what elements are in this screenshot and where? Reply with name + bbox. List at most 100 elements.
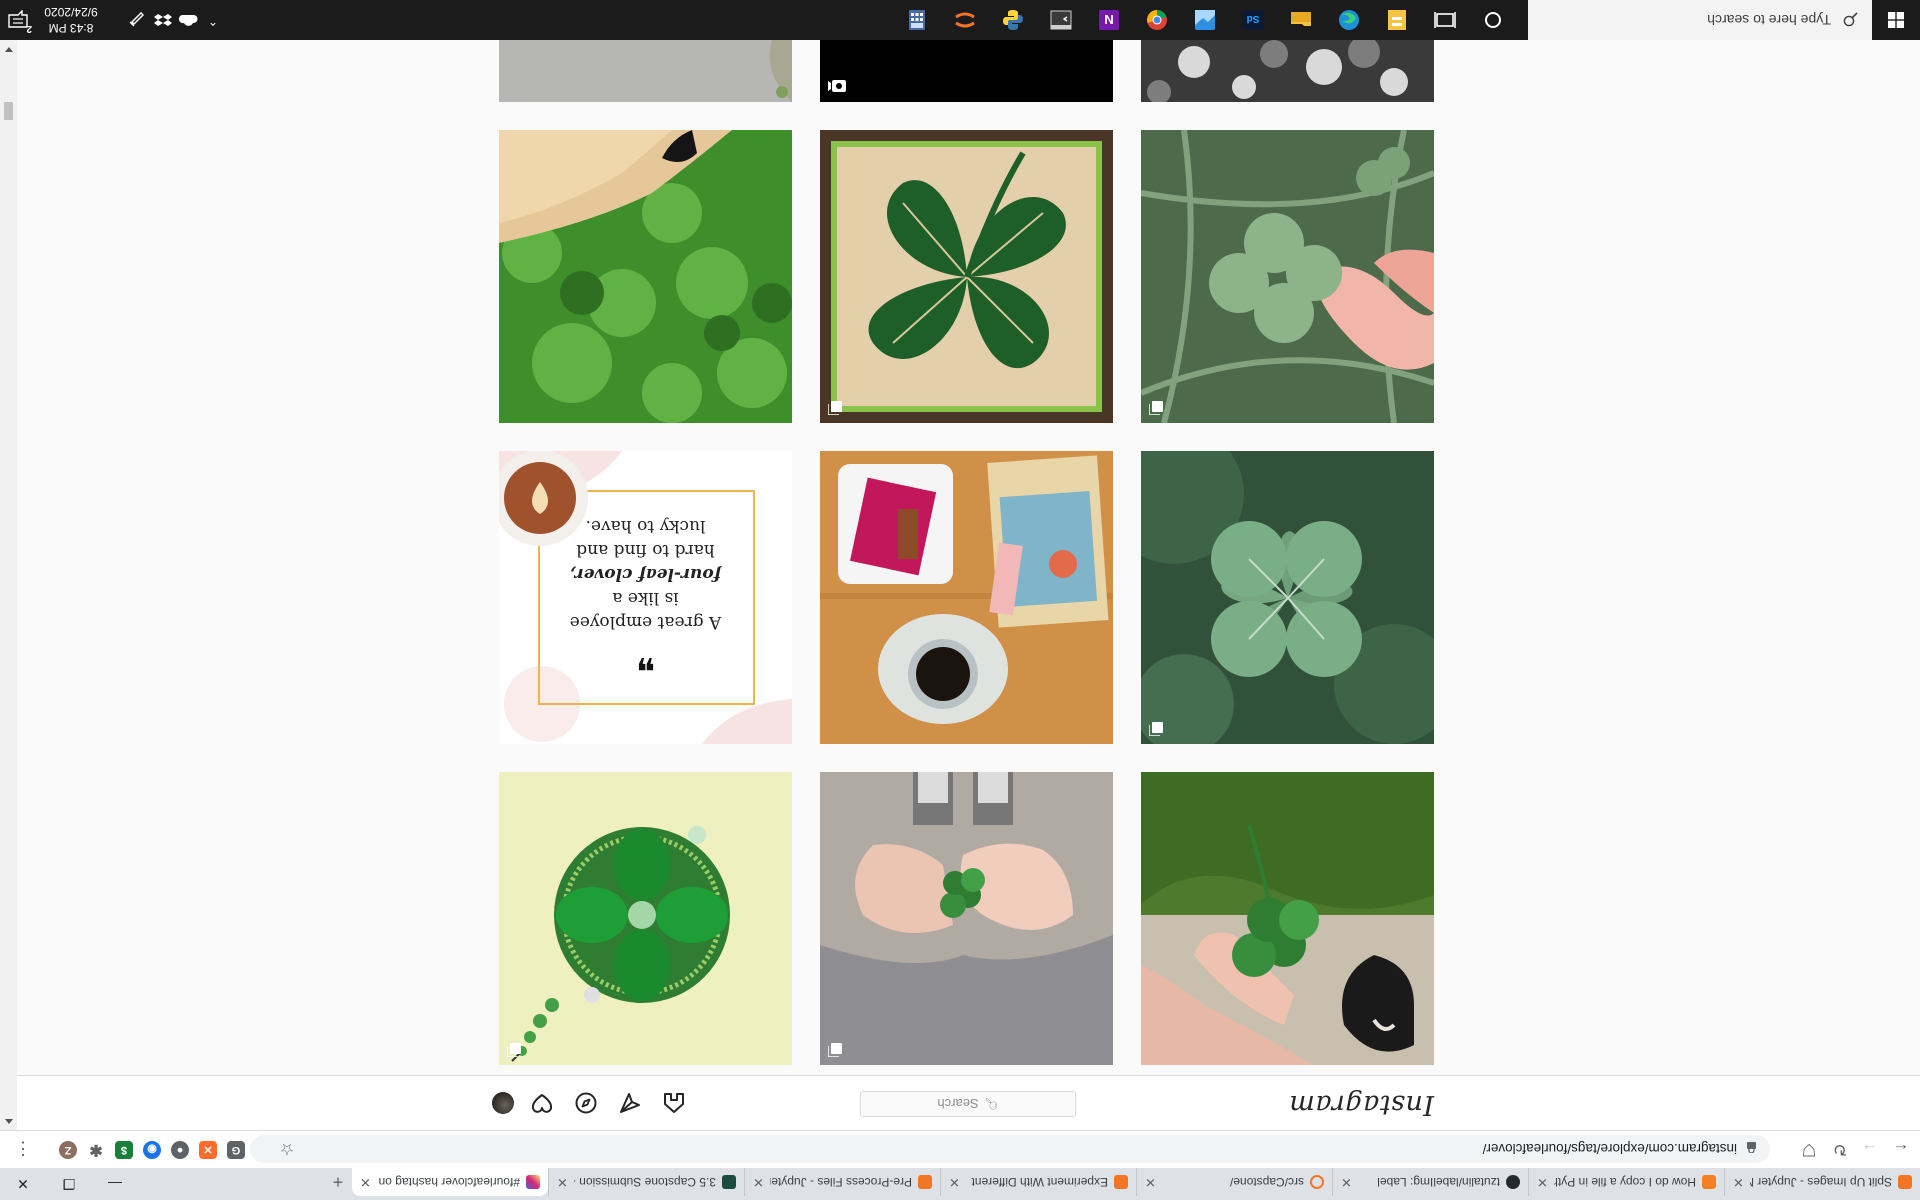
reload-icon[interactable]: ↻	[1827, 1136, 1853, 1162]
notification-icon	[8, 10, 28, 28]
instagram-search-input[interactable]: 🔍︎ Search	[860, 1091, 1076, 1117]
home-shield-icon[interactable]: ⛉	[1796, 1136, 1822, 1162]
tab-0[interactable]: Split Up Images - Jupyter N ✕	[1724, 1168, 1920, 1196]
search-placeholder: Search	[937, 1096, 979, 1112]
post-2-black-video[interactable]	[820, 40, 1113, 102]
profile-avatar[interactable]: Z	[59, 1141, 77, 1159]
terminal-icon[interactable]	[1048, 7, 1074, 33]
cortana-icon[interactable]	[1480, 7, 1506, 33]
multiple-photos-icon	[828, 1043, 842, 1057]
action-center-button[interactable]: 2	[6, 6, 32, 34]
notification-count-badge: 2	[26, 23, 32, 34]
user-avatar[interactable]	[492, 1092, 514, 1114]
pen-tool-icon[interactable]	[128, 12, 146, 28]
multiple-photos-icon	[1149, 722, 1163, 736]
tab-label: #fourleafclover hashtag on	[378, 1175, 520, 1189]
window-close-button[interactable]: ✕	[0, 1168, 46, 1200]
close-icon[interactable]: ✕	[1145, 1174, 1156, 1190]
close-icon[interactable]: ✕	[949, 1174, 960, 1190]
close-icon[interactable]: ✕	[753, 1174, 764, 1190]
multiple-photos-icon	[1149, 401, 1163, 415]
course-favicon-icon	[722, 1175, 736, 1189]
instagram-logo[interactable]: Instagram	[1289, 1089, 1434, 1120]
restore-button[interactable]: ❐	[46, 1168, 92, 1200]
close-icon[interactable]: ✕	[360, 1174, 371, 1190]
clock-date: 9/24/2020	[44, 5, 98, 19]
money-extension-icon[interactable]: $	[115, 1141, 133, 1159]
tray-overflow-chevron-icon[interactable]: ⌃	[208, 14, 218, 28]
post-11-hands-holding-clover[interactable]	[820, 772, 1113, 1065]
tab-2[interactable]: tzutalin/labelImg: Label ✕	[1332, 1168, 1528, 1196]
onedrive-cloud-icon[interactable]	[178, 12, 198, 28]
bookmark-star-icon[interactable]: ☆	[274, 1136, 300, 1162]
jupyter-icon[interactable]	[952, 7, 978, 33]
taskbar-search-box[interactable]: Type here to search	[1528, 0, 1872, 40]
tab-7-active[interactable]: #fourleafclover hashtag on ✕	[352, 1168, 548, 1196]
tab-5[interactable]: Pre-Process Files - Jupyter ✕	[744, 1168, 940, 1196]
new-tab-button[interactable]: +	[324, 1168, 352, 1196]
onenote-icon[interactable]: N	[1096, 7, 1122, 33]
chrome-icon[interactable]	[1144, 7, 1170, 33]
close-icon[interactable]: ✕	[1341, 1174, 1352, 1190]
orange-extension-icon[interactable]: ✕	[199, 1141, 217, 1159]
tab-4[interactable]: Experiment With Different ✕	[940, 1168, 1136, 1196]
home-icon[interactable]	[662, 1091, 686, 1115]
scroll-thumb[interactable]	[4, 102, 13, 120]
photoshop-icon[interactable]: Sd	[1240, 7, 1266, 33]
forward-arrow-icon[interactable]: →	[1857, 1136, 1883, 1162]
back-arrow-icon[interactable]: ←	[1888, 1136, 1914, 1162]
post-photo	[1141, 451, 1434, 744]
post-3-bw-grass[interactable]	[1141, 40, 1434, 102]
post-1-blurred-grey[interactable]	[499, 40, 792, 102]
search-icon: 🔍︎	[984, 1097, 999, 1110]
edge-icon[interactable]	[1336, 7, 1362, 33]
app-blue-icon[interactable]	[1192, 7, 1218, 33]
dropbox-icon[interactable]	[154, 12, 172, 28]
circle-extension-icon[interactable]: ●	[171, 1141, 189, 1159]
blue-extension-icon[interactable]: ◉	[143, 1141, 161, 1159]
file-manager-icon[interactable]	[1384, 7, 1410, 33]
quote-mark: ❞	[635, 635, 656, 676]
github-favicon-icon	[1506, 1175, 1520, 1189]
post-photo	[499, 772, 792, 1065]
activity-heart-icon[interactable]	[530, 1091, 554, 1115]
post-8-coffee-snack-table[interactable]	[820, 451, 1113, 744]
explore-compass-icon[interactable]	[574, 1091, 598, 1115]
post-7-quote-card[interactable]: ❞ A great employee is like a four-leaf c…	[499, 451, 792, 744]
post-6-hand-clover-grass[interactable]	[1141, 130, 1434, 423]
post-4-dog-paw-clover[interactable]	[499, 130, 792, 423]
tab-1[interactable]: How do I copy a file in Pyth ✕	[1528, 1168, 1724, 1196]
tab-label: src/Capstone/	[1229, 1175, 1304, 1189]
g-extension-icon[interactable]: G	[227, 1141, 245, 1159]
vertical-scrollbar[interactable]	[0, 40, 17, 1130]
close-icon[interactable]: ✕	[1537, 1174, 1548, 1190]
tab-6[interactable]: 3.5 Capstone Submission - ✕	[548, 1168, 744, 1196]
jupyter-favicon-icon	[918, 1175, 932, 1189]
task-view-icon[interactable]	[1432, 7, 1458, 33]
jupyter-favicon-icon	[1898, 1175, 1912, 1189]
calculator-icon[interactable]	[904, 7, 930, 33]
python-icon[interactable]	[1000, 7, 1026, 33]
file-explorer-icon[interactable]	[1288, 7, 1314, 33]
taskbar-clock[interactable]: 8:43 PM 9/24/2020	[30, 4, 112, 36]
post-9-clover-closeup[interactable]	[1141, 451, 1434, 744]
close-icon[interactable]: ✕	[1733, 1174, 1744, 1190]
lock-icon	[1747, 1142, 1756, 1155]
post-10-beaded-brooch[interactable]	[499, 772, 792, 1065]
clock-time: 8:43 PM	[48, 21, 94, 35]
extensions-puzzle-icon[interactable]: ✱	[87, 1141, 105, 1159]
post-5-string-art-clover[interactable]	[820, 130, 1113, 423]
jupyter-favicon-icon	[1310, 1175, 1324, 1189]
post-photo	[820, 130, 1113, 423]
close-icon[interactable]: ✕	[557, 1174, 568, 1190]
tab-3[interactable]: src/Capstone/ ✕	[1136, 1168, 1332, 1196]
direct-messages-icon[interactable]	[618, 1091, 642, 1115]
scroll-up-arrow-icon[interactable]	[5, 1119, 13, 1124]
address-bar[interactable]: instagram.com/explore/tags/fourleafclove…	[250, 1135, 1770, 1163]
minimize-button[interactable]: —	[92, 1168, 138, 1200]
menu-kebab-icon[interactable]: ⋮	[10, 1136, 36, 1162]
tab-label: Split Up Images - Jupyter N	[1749, 1175, 1892, 1189]
scroll-down-arrow-icon[interactable]	[5, 47, 13, 52]
start-button[interactable]	[1872, 0, 1920, 40]
post-12-hand-clover-dog[interactable]	[1141, 772, 1434, 1065]
